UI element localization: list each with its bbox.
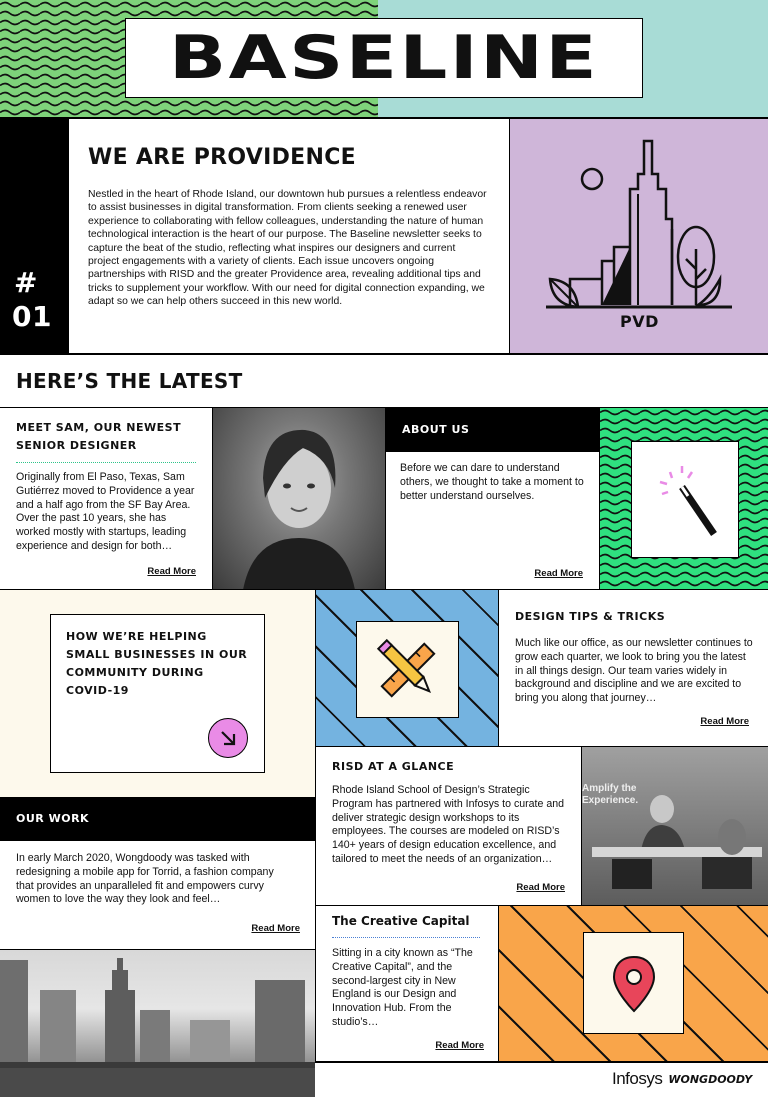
pencil-ruler-icon: [376, 638, 436, 698]
work-heading-bar: OUR WORK: [0, 797, 315, 841]
tips-pattern: [315, 590, 499, 747]
portrait-photo: [243, 429, 355, 590]
magic-wand-icon: [659, 466, 717, 536]
sam-card: MEET SAM, OUR NEWEST SENIOR DESIGNER Ori…: [0, 408, 213, 590]
covid-heading: HOW WE’RE HELPING SMALL BUSINESSES IN OU…: [66, 630, 248, 697]
creative-heading: The Creative Capital: [332, 914, 470, 928]
city-photo: [0, 958, 315, 1097]
about-heading: ABOUT US: [402, 423, 470, 436]
latest-heading: HERE’S THE LATEST: [16, 369, 243, 393]
about-body: Before we can dare to understand others,…: [400, 462, 584, 502]
tips-card: DESIGN TIPS & TRICKS Much like our offic…: [499, 590, 768, 747]
sam-read-more[interactable]: Read More: [147, 566, 196, 577]
covid-panel: HOW WE’RE HELPING SMALL BUSINESSES IN OU…: [0, 590, 315, 797]
risd-body: Rhode Island School of Design’s Strategi…: [332, 784, 565, 865]
map-pin-icon: [612, 955, 656, 1013]
risd-card: RISD AT A GLANCE Rhode Island School of …: [315, 747, 581, 906]
risd-photo-sign: Amplify the Experience.: [582, 783, 639, 806]
about-card: ABOUT US Before we can dare to understan…: [385, 408, 599, 590]
infosys-logo: Infosys: [612, 1069, 663, 1088]
tools-box: [356, 621, 459, 718]
masthead-title: BASELINE: [168, 23, 600, 93]
creative-card: The Creative Capital Sitting in a city k…: [315, 906, 499, 1062]
arrow-down-right-icon: [221, 731, 236, 746]
creative-divider: [315, 1061, 768, 1063]
sam-portrait: [213, 408, 385, 590]
issue-hash: #: [14, 266, 38, 299]
tips-heading: DESIGN TIPS & TRICKS: [515, 610, 666, 623]
map-pattern: [499, 906, 768, 1062]
footer-logos: Infosys WONGDOODY: [612, 1068, 762, 1090]
work-body: In early March 2020, Wongdoody was taske…: [16, 852, 274, 906]
about-pattern: [599, 408, 768, 590]
magic-wand-box: [631, 441, 739, 558]
workshop-photo: [592, 795, 762, 889]
covid-card[interactable]: HOW WE’RE HELPING SMALL BUSINESSES IN OU…: [50, 614, 265, 773]
issue-number: 01: [12, 300, 52, 333]
providence-photo: [0, 949, 315, 1097]
risd-heading: RISD AT A GLANCE: [332, 760, 455, 773]
pvd-label: PVD: [620, 312, 659, 331]
risd-read-more[interactable]: Read More: [516, 882, 565, 893]
creative-read-more[interactable]: Read More: [435, 1040, 484, 1051]
work-card: In early March 2020, Wongdoody was taske…: [0, 841, 315, 949]
sam-heading: MEET SAM, OUR NEWEST SENIOR DESIGNER: [16, 421, 182, 452]
issue-sidebar: # 01: [0, 119, 69, 354]
work-read-more[interactable]: Read More: [251, 923, 300, 934]
intro-section: WE ARE PROVIDENCE Nestled in the heart o…: [69, 119, 509, 354]
masthead-box: BASELINE: [125, 18, 643, 98]
creative-body: Sitting in a city known as “The Creative…: [332, 947, 473, 1028]
work-heading: OUR WORK: [16, 812, 90, 825]
tips-read-more[interactable]: Read More: [700, 716, 749, 727]
wongdoody-logo: WONGDOODY: [668, 1072, 753, 1086]
intro-heading: WE ARE PROVIDENCE: [88, 145, 356, 170]
arrow-button[interactable]: [208, 718, 248, 758]
sam-body: Originally from El Paso, Texas, Sam Guti…: [16, 471, 195, 552]
about-read-more[interactable]: Read More: [534, 568, 583, 579]
about-heading-bar: ABOUT US: [386, 408, 599, 452]
map-pin-box: [583, 932, 684, 1034]
intro-divider: [0, 353, 768, 355]
intro-body: Nestled in the heart of Rhode Island, ou…: [88, 189, 487, 308]
tips-body: Much like our office, as our newsletter …: [515, 637, 753, 705]
creative-dotted-rule: [332, 937, 480, 938]
pvd-illustration-panel: PVD: [509, 119, 768, 354]
sam-dotted-rule: [16, 462, 196, 463]
risd-photo: Amplify the Experience.: [581, 747, 768, 906]
